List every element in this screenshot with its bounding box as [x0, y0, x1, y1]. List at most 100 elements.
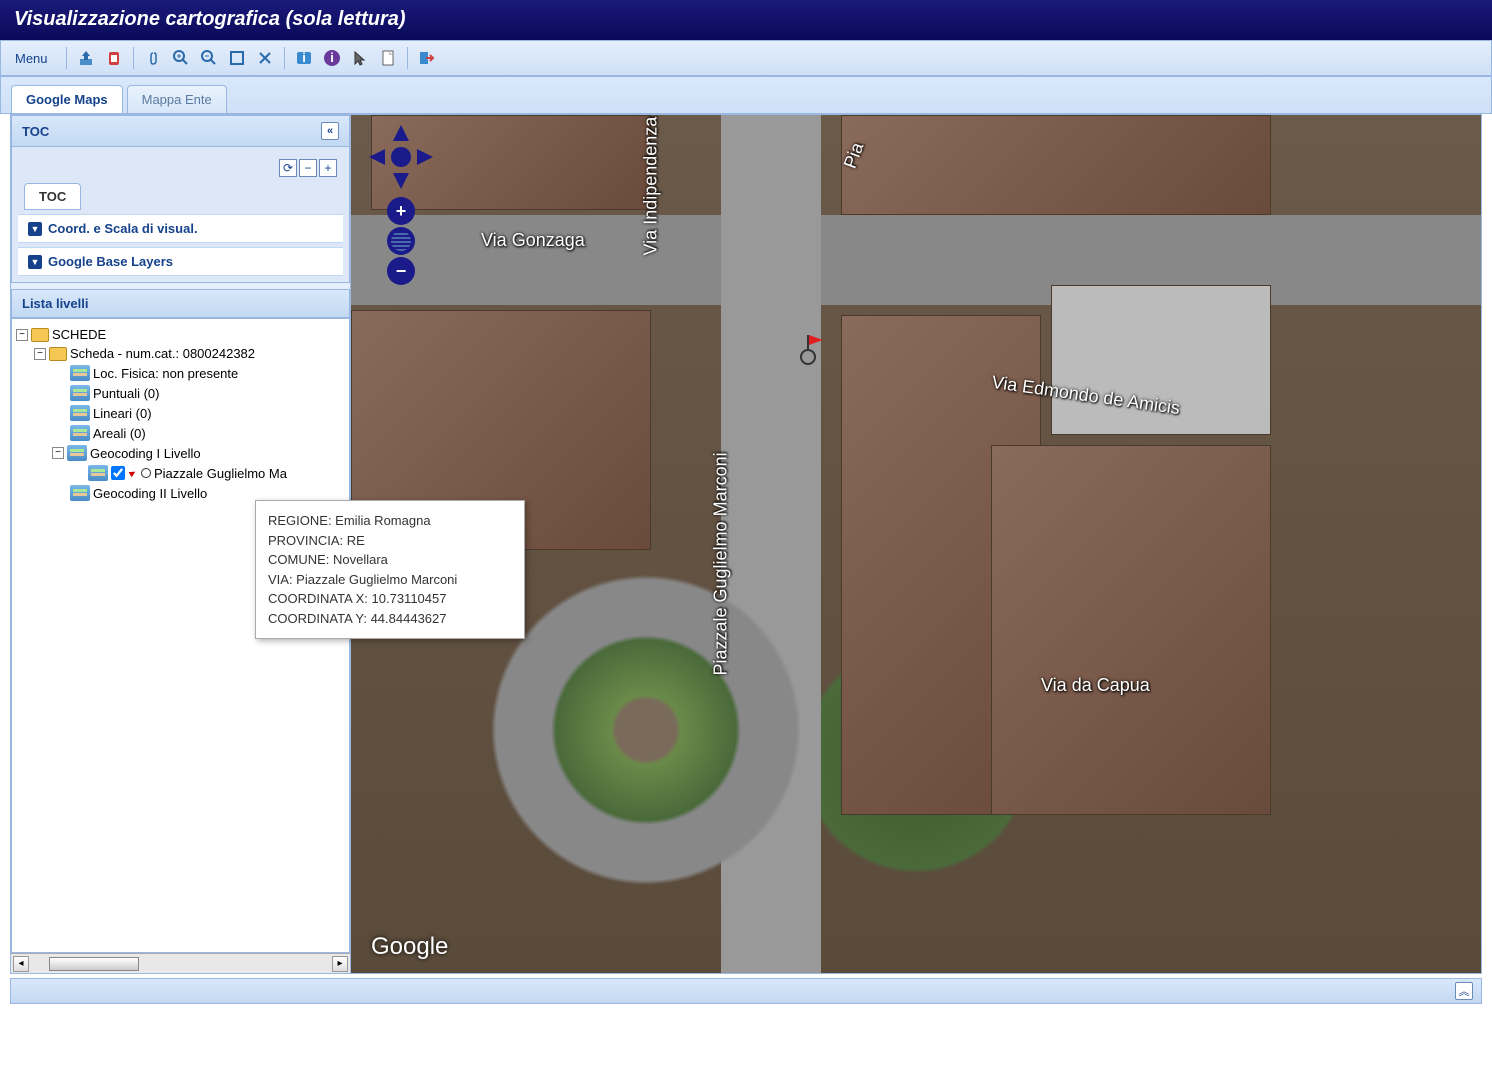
document-icon[interactable]: [375, 45, 401, 71]
separator: [284, 47, 285, 69]
separator: [66, 47, 67, 69]
tree-geo1-label: Geocoding I Livello: [90, 446, 201, 461]
building: [841, 115, 1271, 215]
street-label-indipendenza: Via Indipendenza: [641, 117, 662, 256]
tab-mappa-ente[interactable]: Mappa Ente: [127, 85, 227, 113]
pan-down-button[interactable]: [393, 173, 409, 189]
plaza: [481, 565, 811, 895]
tools-icon[interactable]: [252, 45, 278, 71]
layer-icon: [70, 485, 90, 501]
pan-center-button[interactable]: [391, 147, 411, 167]
toc-panel-body: ⟳ − + TOC ▼ Coord. e Scala di visual. ▼ …: [11, 147, 350, 283]
layer-icon: [70, 385, 90, 401]
tree-piazzale-label: Piazzale Guglielmo Ma: [154, 466, 287, 481]
chevron-down-icon: ▼: [28, 222, 42, 236]
tree-geo1[interactable]: − Geocoding I Livello: [16, 443, 345, 463]
collapse-all-icon[interactable]: −: [299, 159, 317, 177]
tree-lineari[interactable]: Lineari (0): [16, 403, 345, 423]
street-label-gonzaga: Via Gonzaga: [481, 230, 585, 251]
tree-lineari-label: Lineari (0): [93, 406, 152, 421]
tree-loc-label: Loc. Fisica: non presente: [93, 366, 238, 381]
tree-areali-label: Areali (0): [93, 426, 146, 441]
street-label-marconi: Piazzale Guglielmo Marconi: [711, 452, 732, 675]
main-toolbar: Menu i i: [0, 40, 1492, 76]
layer-icon: [70, 365, 90, 381]
expand-up-icon[interactable]: ︽: [1455, 982, 1473, 1000]
pan-left-button[interactable]: [369, 149, 385, 165]
exit-icon[interactable]: [414, 45, 440, 71]
svg-text:i: i: [330, 50, 334, 65]
accordion-coord[interactable]: ▼ Coord. e Scala di visual.: [18, 214, 343, 243]
layer-icon: [70, 405, 90, 421]
tab-google-maps[interactable]: Google Maps: [11, 85, 123, 113]
folder-icon: [49, 347, 67, 361]
pan-up-button[interactable]: [393, 125, 409, 141]
expand-all-icon[interactable]: +: [319, 159, 337, 177]
separator: [133, 47, 134, 69]
layer-checkbox[interactable]: [111, 466, 125, 480]
pan-icon[interactable]: [140, 45, 166, 71]
globe-button[interactable]: [387, 227, 415, 255]
zoom-in-button[interactable]: +: [387, 197, 415, 225]
map-nav-control: + −: [369, 125, 433, 285]
info-box-icon[interactable]: i: [291, 45, 317, 71]
tooltip-provincia: PROVINCIA: RE: [268, 531, 512, 551]
accordion-google-base[interactable]: ▼ Google Base Layers: [18, 247, 343, 276]
zoom-in-icon[interactable]: [168, 45, 194, 71]
separator: [407, 47, 408, 69]
tree-loc-fisica[interactable]: Loc. Fisica: non presente: [16, 363, 345, 383]
tree-root-label: SCHEDE: [52, 327, 106, 342]
menu-button[interactable]: Menu: [7, 47, 56, 70]
tooltip-coordy: COORDINATA Y: 44.84443627: [268, 609, 512, 629]
collapse-icon[interactable]: −: [16, 329, 28, 341]
tree-root[interactable]: − SCHEDE: [16, 325, 345, 344]
collapse-icon[interactable]: −: [52, 447, 64, 459]
feature-tooltip: REGIONE: Emilia Romagna PROVINCIA: RE CO…: [255, 500, 525, 639]
tooltip-via: VIA: Piazzale Guglielmo Marconi: [268, 570, 512, 590]
tree-puntuali-label: Puntuali (0): [93, 386, 159, 401]
collapse-icon[interactable]: −: [34, 348, 46, 360]
tooltip-regione: REGIONE: Emilia Romagna: [268, 511, 512, 531]
layer-icon: [67, 445, 87, 461]
info-circle-icon[interactable]: i: [319, 45, 345, 71]
accordion-google-base-label: Google Base Layers: [48, 254, 173, 269]
marker-ring: [800, 349, 816, 365]
refresh-icon[interactable]: ⟳: [279, 159, 297, 177]
cursor-icon[interactable]: [347, 45, 373, 71]
delete-icon[interactable]: [101, 45, 127, 71]
scroll-right-icon[interactable]: ▸: [332, 956, 348, 972]
toc-panel-header: TOC «: [11, 115, 350, 147]
upload-icon[interactable]: [73, 45, 99, 71]
collapse-left-icon[interactable]: «: [321, 122, 339, 140]
street-label-capua: Via da Capua: [1041, 675, 1150, 696]
lista-livelli-title: Lista livelli: [22, 296, 88, 311]
tree-scheda[interactable]: − Scheda - num.cat.: 0800242382: [16, 344, 345, 363]
inner-tab-toc[interactable]: TOC: [24, 183, 81, 210]
tabs-container: Google Maps Mappa Ente: [0, 76, 1492, 114]
toc-title: TOC: [22, 124, 49, 139]
tooltip-comune: COMUNE: Novellara: [268, 550, 512, 570]
tree-puntuali[interactable]: Puntuali (0): [16, 383, 345, 403]
layer-icon: [70, 425, 90, 441]
main-content: TOC « ⟳ − + TOC ▼ Coord. e Scala di visu…: [10, 114, 1482, 974]
scroll-left-icon[interactable]: ◂: [13, 956, 29, 972]
tree-geo2-label: Geocoding II Livello: [93, 486, 207, 501]
pan-right-button[interactable]: [417, 149, 433, 165]
flag-icon: [809, 335, 823, 345]
svg-text:i: i: [302, 50, 306, 65]
tree-areali[interactable]: Areali (0): [16, 423, 345, 443]
tree-piazzale[interactable]: Piazzale Guglielmo Ma: [16, 463, 345, 483]
zoom-out-button[interactable]: −: [387, 257, 415, 285]
tooltip-coordx: COORDINATA X: 10.73110457: [268, 589, 512, 609]
accordion-coord-label: Coord. e Scala di visual.: [48, 221, 198, 236]
building: [991, 445, 1271, 815]
extent-icon[interactable]: [224, 45, 250, 71]
zoom-out-icon[interactable]: [196, 45, 222, 71]
scrollbar-thumb[interactable]: [49, 957, 139, 971]
title-bar: Visualizzazione cartografica (sola lettu…: [0, 0, 1492, 40]
layer-icon: [88, 465, 108, 481]
tree-scheda-label: Scheda - num.cat.: 0800242382: [70, 346, 255, 361]
horizontal-scrollbar[interactable]: ◂ ▸: [11, 953, 350, 973]
footer-bar: ︽: [10, 978, 1482, 1004]
pin-icon: [128, 468, 138, 478]
